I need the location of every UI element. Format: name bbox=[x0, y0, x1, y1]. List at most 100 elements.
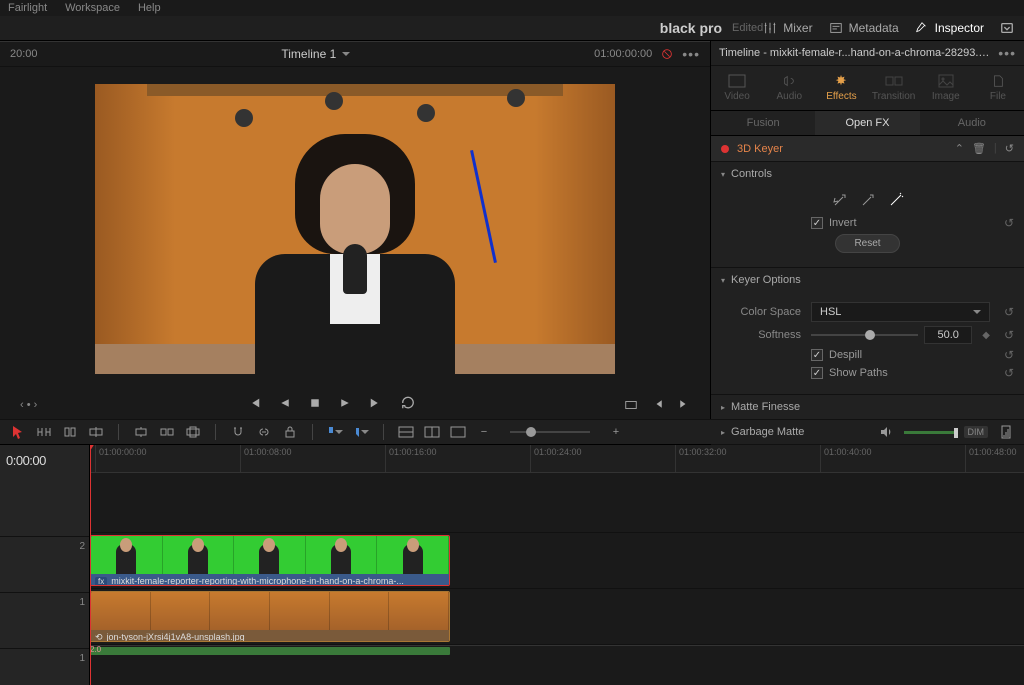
view-tool-1[interactable] bbox=[398, 424, 414, 440]
title-bar: black pro Edited Mixer Metadata Inspecto… bbox=[0, 16, 1024, 41]
inspector-options-menu[interactable]: ••• bbox=[998, 45, 1016, 61]
tab-file[interactable]: File bbox=[972, 66, 1024, 110]
expand-button[interactable] bbox=[1000, 21, 1014, 35]
stop-button[interactable] bbox=[309, 397, 321, 412]
section-controls-header[interactable]: Controls bbox=[711, 162, 1024, 186]
viewer-options-menu[interactable]: ••• bbox=[682, 46, 700, 62]
timeline-tc[interactable]: 0:00:00 bbox=[0, 445, 89, 476]
invert-label: Invert bbox=[829, 217, 857, 229]
play-reverse-button[interactable] bbox=[279, 397, 291, 412]
invert-reset[interactable]: ↺ bbox=[1004, 216, 1014, 230]
mixer-icon bbox=[763, 21, 777, 35]
lock-toggle[interactable] bbox=[282, 424, 298, 440]
next-clip-button[interactable] bbox=[678, 398, 690, 410]
effect-enable-toggle[interactable] bbox=[721, 145, 729, 153]
jump-end-button[interactable] bbox=[369, 396, 383, 413]
track-v2[interactable]: fx mixkit-female-reporter-reporting-with… bbox=[90, 533, 1024, 589]
tab-transition[interactable]: Transition bbox=[868, 66, 920, 110]
marker-dropdown[interactable] bbox=[353, 424, 369, 440]
track-a1[interactable]: 2.0 bbox=[90, 645, 1024, 655]
volume-icon[interactable] bbox=[878, 424, 894, 440]
chevron-icon bbox=[1000, 21, 1014, 35]
tab-effects[interactable]: Effects bbox=[815, 66, 867, 110]
despill-checkbox[interactable] bbox=[811, 349, 823, 361]
viewer-frame[interactable] bbox=[95, 84, 615, 374]
view-tool-3[interactable] bbox=[450, 424, 466, 440]
tab-image[interactable]: Image bbox=[920, 66, 972, 110]
selection-tool[interactable] bbox=[10, 424, 26, 440]
picker-subtract-icon[interactable] bbox=[860, 192, 876, 208]
track-head-v2[interactable]: 2 bbox=[0, 536, 89, 592]
volume-slider[interactable] bbox=[904, 431, 954, 434]
softness-slider[interactable] bbox=[811, 334, 918, 336]
playhead[interactable] bbox=[90, 445, 91, 685]
track-head-v1[interactable]: 1 bbox=[0, 592, 89, 648]
invert-checkbox[interactable] bbox=[811, 217, 823, 229]
snap-toggle[interactable] bbox=[230, 424, 246, 440]
view-tool-2[interactable] bbox=[424, 424, 440, 440]
meter-toggle[interactable] bbox=[998, 424, 1014, 440]
prev-clip-button[interactable] bbox=[652, 398, 664, 410]
zoom-in[interactable]: + bbox=[608, 424, 624, 440]
blade-tool[interactable] bbox=[88, 424, 104, 440]
mixer-button[interactable]: Mixer bbox=[763, 21, 812, 35]
showpaths-checkbox[interactable] bbox=[811, 367, 823, 379]
overwrite-tool[interactable] bbox=[159, 424, 175, 440]
replace-tool[interactable] bbox=[185, 424, 201, 440]
track-head-a1[interactable]: 1 bbox=[0, 648, 89, 662]
colorspace-dropdown[interactable]: HSL bbox=[811, 302, 990, 322]
timeline-ruler[interactable]: 01:00:00:00 01:00:08:00 01:00:16:00 01:0… bbox=[90, 445, 1024, 473]
showpaths-reset[interactable]: ↺ bbox=[1004, 366, 1014, 380]
colorspace-reset[interactable]: ↺ bbox=[1004, 305, 1014, 319]
loop-button[interactable] bbox=[401, 396, 415, 413]
clip-v1[interactable]: ⟲ jon-tyson-jXrsi4j1vA8-unsplash.jpg bbox=[90, 591, 450, 642]
menu-workspace[interactable]: Workspace bbox=[65, 2, 120, 14]
clip-v2[interactable]: fx mixkit-female-reporter-reporting-with… bbox=[90, 535, 450, 586]
play-button[interactable] bbox=[339, 397, 351, 412]
subtab-audio[interactable]: Audio bbox=[920, 111, 1024, 135]
inspector-button[interactable]: Inspector bbox=[915, 21, 984, 35]
metadata-icon bbox=[829, 21, 843, 35]
track-v1[interactable]: ⟲ jon-tyson-jXrsi4j1vA8-unsplash.jpg bbox=[90, 589, 1024, 645]
reset-button[interactable]: Reset bbox=[835, 234, 899, 253]
section-matte-header[interactable]: Matte Finesse bbox=[711, 395, 1024, 419]
effect-collapse-button[interactable]: ⌃ bbox=[955, 142, 964, 155]
fx-badge: fx bbox=[95, 577, 107, 586]
subtab-fusion[interactable]: Fusion bbox=[711, 111, 815, 135]
colorspace-label: Color Space bbox=[721, 306, 801, 318]
effect-delete-button[interactable]: 🗑 bbox=[972, 142, 986, 155]
zoom-slider[interactable] bbox=[510, 431, 590, 433]
trim-tool[interactable] bbox=[36, 424, 52, 440]
clip-v2-label: mixkit-female-reporter-reporting-with-mi… bbox=[111, 576, 404, 586]
tab-video[interactable]: Video bbox=[711, 66, 763, 110]
picker-wand-icon[interactable] bbox=[888, 192, 904, 208]
timeline-name-dropdown[interactable]: Timeline 1 bbox=[281, 47, 350, 61]
viewer-tc-right: 01:00:00:00 bbox=[594, 48, 652, 60]
dynamic-trim-tool[interactable] bbox=[62, 424, 78, 440]
effect-reset-button[interactable]: ↺ bbox=[1005, 142, 1014, 155]
project-status: Edited bbox=[732, 22, 763, 34]
tracks-content[interactable]: 01:00:00:00 01:00:08:00 01:00:16:00 01:0… bbox=[90, 445, 1024, 685]
match-frame-button[interactable] bbox=[624, 398, 638, 412]
zoom-out[interactable]: − bbox=[476, 424, 492, 440]
softness-keyframe[interactable]: ◆ bbox=[982, 330, 990, 341]
softness-reset[interactable]: ↺ bbox=[1004, 328, 1014, 342]
section-controls: Controls Invert ↺ Reset bbox=[711, 162, 1024, 268]
metadata-button[interactable]: Metadata bbox=[829, 21, 899, 35]
menu-help[interactable]: Help bbox=[138, 2, 161, 14]
bypass-icon[interactable] bbox=[660, 47, 674, 61]
flag-dropdown[interactable] bbox=[327, 424, 343, 440]
softness-value[interactable]: 50.0 bbox=[924, 326, 972, 344]
audio-clip[interactable] bbox=[90, 647, 450, 655]
menu-fairlight[interactable]: Fairlight bbox=[8, 2, 47, 14]
link-toggle[interactable] bbox=[256, 424, 272, 440]
despill-reset[interactable]: ↺ bbox=[1004, 348, 1014, 362]
picker-add-icon[interactable] bbox=[832, 192, 848, 208]
insert-tool[interactable] bbox=[133, 424, 149, 440]
section-keyer-header[interactable]: Keyer Options bbox=[711, 268, 1024, 292]
tab-audio[interactable]: Audio bbox=[763, 66, 815, 110]
subtab-openfx[interactable]: Open FX bbox=[815, 111, 919, 135]
jump-start-button[interactable] bbox=[247, 396, 261, 413]
dim-button[interactable]: DIM bbox=[964, 426, 989, 438]
viewer-page-dots[interactable]: ‹ • › bbox=[20, 399, 37, 411]
